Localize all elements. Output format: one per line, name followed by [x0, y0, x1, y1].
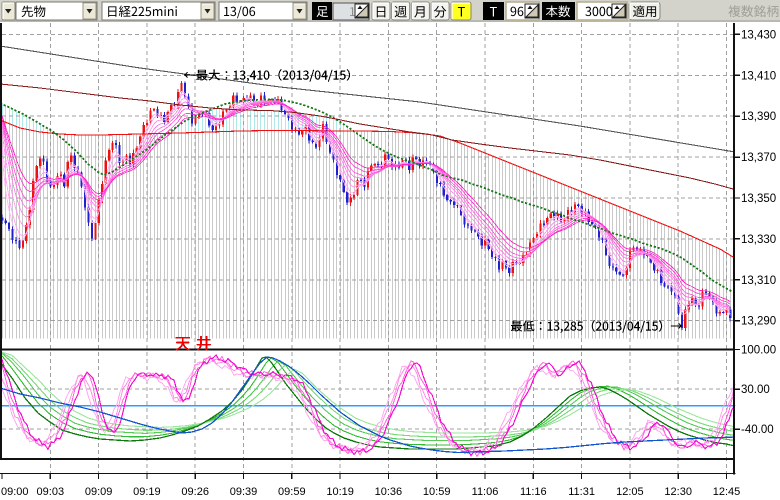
- svg-text:12:45: 12:45: [713, 486, 741, 498]
- svg-text:13,330: 13,330: [741, 234, 776, 246]
- svg-text:09:03: 09:03: [37, 486, 65, 498]
- svg-text:10:36: 10:36: [375, 486, 403, 498]
- svg-text:09:26: 09:26: [181, 486, 209, 498]
- svg-text:11:16: 11:16: [520, 486, 547, 498]
- svg-text:13,290: 13,290: [741, 316, 776, 328]
- svg-text:13,390: 13,390: [741, 111, 776, 123]
- svg-text:13,370: 13,370: [741, 152, 776, 164]
- svg-text:12:30: 12:30: [664, 486, 692, 498]
- svg-text:13,310: 13,310: [741, 275, 776, 287]
- svg-text:09:19: 09:19: [133, 486, 161, 498]
- svg-text:09:00: 09:00: [1, 486, 29, 498]
- svg-text:09:39: 09:39: [230, 486, 258, 498]
- svg-text:100.00: 100.00: [741, 345, 776, 357]
- svg-text:10:19: 10:19: [326, 486, 354, 498]
- svg-text:12:05: 12:05: [616, 486, 644, 498]
- svg-text:13,430: 13,430: [741, 29, 776, 41]
- svg-text:09:09: 09:09: [85, 486, 113, 498]
- svg-text:11:06: 11:06: [472, 486, 499, 498]
- svg-text:11:31: 11:31: [568, 486, 595, 498]
- svg-text:-40.00: -40.00: [741, 424, 774, 436]
- svg-text:13,350: 13,350: [741, 193, 776, 205]
- svg-text:09:59: 09:59: [278, 486, 306, 498]
- svg-text:30.00: 30.00: [741, 384, 770, 396]
- svg-text:13,410: 13,410: [741, 70, 776, 82]
- svg-text:10:59: 10:59: [423, 486, 451, 498]
